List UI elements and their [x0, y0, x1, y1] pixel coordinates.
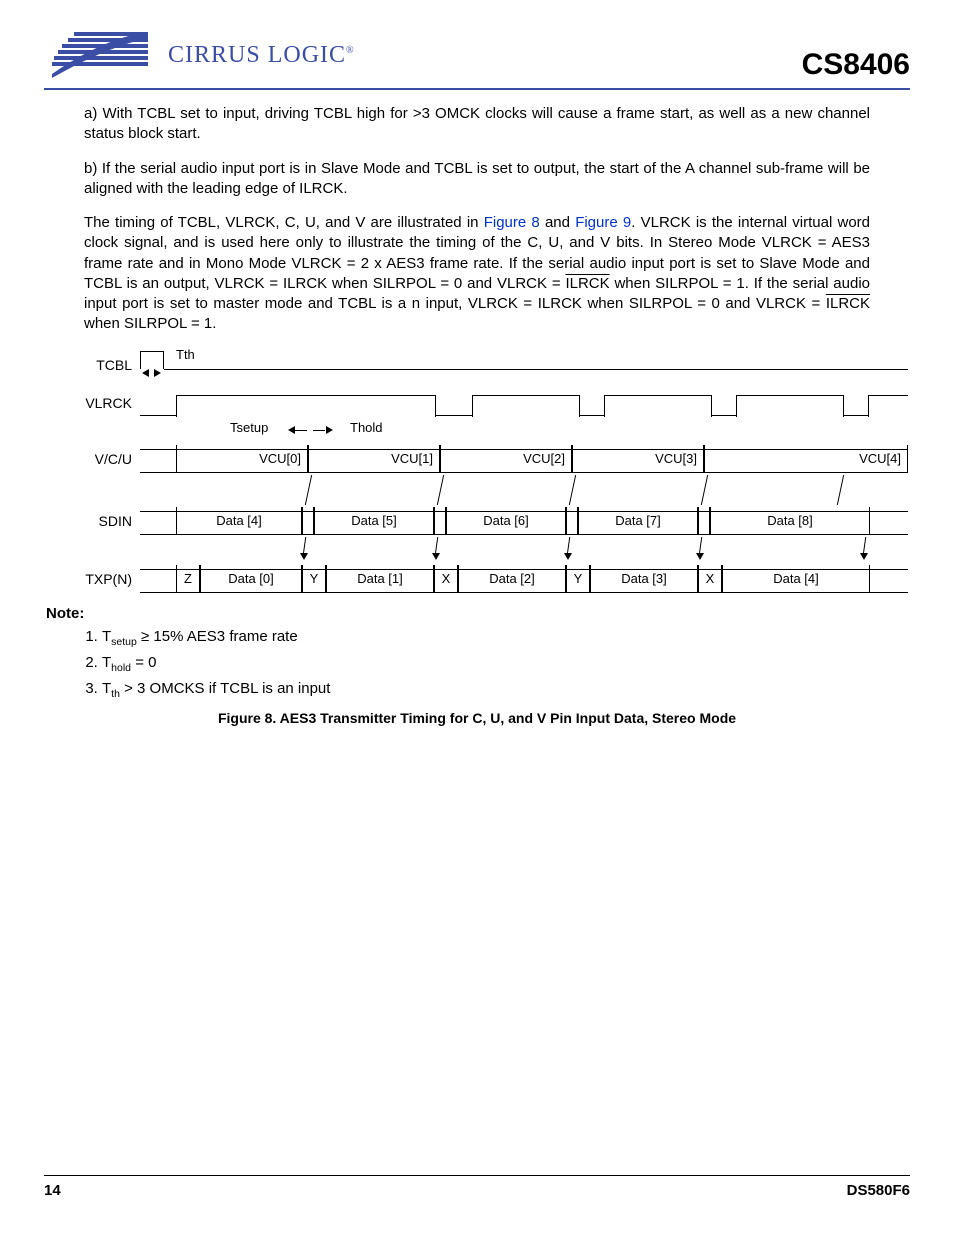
page-number: 14 [44, 1182, 61, 1199]
timing-label-tth: Tth [176, 347, 195, 362]
figure-8-link[interactable]: Figure 8 [484, 214, 540, 231]
ilrck-overline: ILRCK [565, 275, 609, 292]
paragraph-c: The timing of TCBL, VLRCK, C, U, and V a… [84, 213, 870, 335]
note-item: Tth > 3 OMCKS if TCBL is an input [102, 680, 908, 700]
sdin-cell: Data [7] [578, 507, 698, 535]
signal-label-sdin: SDIN [46, 513, 140, 529]
part-number: CS8406 [802, 48, 910, 82]
txp-preamble: Z [176, 565, 200, 593]
document-id: DS580F6 [847, 1182, 910, 1199]
notes-block: Note: Tsetup ≥ 15% AES3 frame rate Thold… [46, 605, 908, 700]
sdin-cell: Data [4] [176, 507, 302, 535]
timing-label-thold: Thold [350, 420, 383, 435]
txp-preamble: X [698, 565, 722, 593]
figure-caption: Figure 8. AES3 Transmitter Timing for C,… [44, 710, 910, 726]
vcu-cell: VCU[4] [704, 445, 908, 473]
ilrck-overline: ILRCK [826, 295, 870, 312]
timing-diagram: TCBL Tth VLRCK [46, 349, 908, 595]
brand-text: CIRRUS LOGIC® [168, 42, 355, 69]
sdin-cell: Data [8] [710, 507, 870, 535]
txp-preamble: X [434, 565, 458, 593]
timing-label-tsetup: Tsetup [230, 420, 268, 435]
signal-label-vcu: V/C/U [46, 451, 140, 467]
txp-preamble: Y [566, 565, 590, 593]
txp-data: Data [3] [590, 565, 698, 593]
signal-label-tcbl: TCBL [46, 357, 140, 373]
body-text: a) With TCBL set to input, driving TCBL … [84, 104, 870, 335]
txp-preamble: Y [302, 565, 326, 593]
sdin-cell: Data [5] [314, 507, 434, 535]
paragraph-a: a) With TCBL set to input, driving TCBL … [84, 104, 870, 145]
txp-data: Data [4] [722, 565, 870, 593]
vcu-cell: VCU[3] [572, 445, 704, 473]
vcu-cell: VCU[0] [176, 445, 308, 473]
cirrus-swoosh-icon [44, 28, 164, 82]
sdin-cell: Data [6] [446, 507, 566, 535]
note-item: Tsetup ≥ 15% AES3 frame rate [102, 628, 908, 648]
figure-9-link[interactable]: Figure 9 [575, 214, 631, 231]
txp-data: Data [0] [200, 565, 302, 593]
txp-data: Data [1] [326, 565, 434, 593]
signal-label-vlrck: VLRCK [46, 395, 140, 411]
page-header: CIRRUS LOGIC® CS8406 [44, 28, 910, 90]
note-item: Thold = 0 [102, 654, 908, 674]
vcu-cell: VCU[1] [308, 445, 440, 473]
signal-label-txp: TXP(N) [46, 571, 140, 587]
vcu-cell: VCU[2] [440, 445, 572, 473]
txp-data: Data [2] [458, 565, 566, 593]
paragraph-b: b) If the serial audio input port is in … [84, 159, 870, 200]
brand-logo: CIRRUS LOGIC® [44, 28, 355, 82]
notes-heading: Note: [46, 605, 908, 622]
page-footer: 14 DS580F6 [44, 1175, 910, 1199]
